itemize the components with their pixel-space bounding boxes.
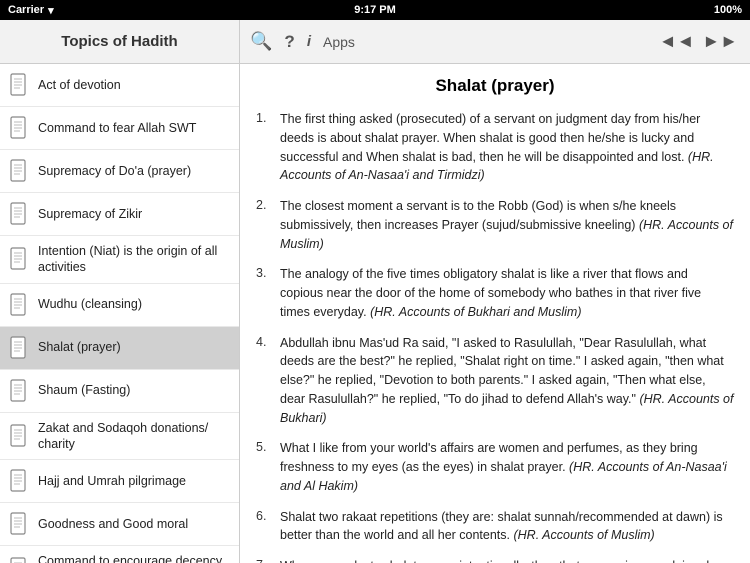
hadith-text-6: Shalat two rakaat repetitions (they are:… — [280, 508, 734, 546]
carrier-label: Carrier — [8, 4, 44, 16]
next-button[interactable]: ►► — [700, 31, 740, 52]
hadith-item-1: 1.The first thing asked (prosecuted) of … — [256, 110, 734, 185]
sidebar-item-8[interactable]: Shaum (Fasting) — [0, 370, 239, 413]
toolbar-title: Topics of Hadith — [0, 20, 240, 63]
sidebar-item-icon-11 — [8, 510, 30, 538]
hadith-item-4: 4.Abdullah ibnu Mas'ud Ra said, "I asked… — [256, 334, 734, 428]
sidebar-item-11[interactable]: Goodness and Good moral — [0, 503, 239, 546]
sidebar-item-5[interactable]: Intention (Niat) is the origin of all ac… — [0, 236, 239, 284]
hadith-item-2: 2.The closest moment a servant is to the… — [256, 197, 734, 253]
apps-button[interactable]: Apps — [323, 34, 355, 50]
main-layout: Act of devotion Command to fear Allah SW… — [0, 64, 750, 563]
sidebar-item-3[interactable]: Supremacy of Do'a (prayer) — [0, 150, 239, 193]
sidebar-item-label-12: Command to encourage decency and prevent… — [38, 553, 231, 563]
hadith-number-5: 5. — [256, 439, 280, 454]
hadith-list: 1.The first thing asked (prosecuted) of … — [256, 110, 734, 563]
content-title: Shalat (prayer) — [256, 76, 734, 96]
hadith-text-4: Abdullah ibnu Mas'ud Ra said, "I asked t… — [280, 334, 734, 428]
hadith-text-3: The analogy of the five times obligatory… — [280, 265, 734, 321]
sidebar-item-label-7: Shalat (prayer) — [38, 339, 121, 355]
status-bar: Carrier ▾ 9:17 PM 100% — [0, 0, 750, 20]
hadith-number-6: 6. — [256, 508, 280, 523]
sidebar-item-2[interactable]: Command to fear Allah SWT — [0, 107, 239, 150]
sidebar-item-icon-9 — [8, 422, 30, 450]
sidebar-item-icon-1 — [8, 71, 30, 99]
question-icon[interactable]: ? — [284, 32, 294, 52]
sidebar-item-icon-3 — [8, 157, 30, 185]
sidebar-item-12[interactable]: Command to encourage decency and prevent… — [0, 546, 239, 563]
sidebar-item-10[interactable]: Hajj and Umrah pilgrimage — [0, 460, 239, 503]
sidebar-item-label-2: Command to fear Allah SWT — [38, 120, 196, 136]
hadith-number-2: 2. — [256, 197, 280, 212]
info-icon[interactable]: i — [307, 33, 311, 50]
sidebar-item-icon-7 — [8, 334, 30, 362]
hadith-number-3: 3. — [256, 265, 280, 280]
sidebar-item-label-11: Goodness and Good moral — [38, 516, 188, 532]
sidebar-item-icon-4 — [8, 200, 30, 228]
sidebar-item-icon-5 — [8, 245, 30, 273]
sidebar-item-4[interactable]: Supremacy of Zikir — [0, 193, 239, 236]
hadith-number-4: 4. — [256, 334, 280, 349]
sidebar-item-label-10: Hajj and Umrah pilgrimage — [38, 473, 186, 489]
battery-label: 100% — [714, 4, 742, 16]
hadith-item-7: 7.Whoever neglects shalat prayer intenti… — [256, 557, 734, 563]
search-icon[interactable]: 🔍 — [250, 31, 272, 52]
time-label: 9:17 PM — [354, 4, 396, 16]
hadith-number-7: 7. — [256, 557, 280, 563]
prev-button[interactable]: ◄◄ — [657, 31, 697, 52]
sidebar-item-icon-2 — [8, 114, 30, 142]
sidebar-item-1[interactable]: Act of devotion — [0, 64, 239, 107]
sidebar-item-label-1: Act of devotion — [38, 77, 121, 93]
hadith-text-7: Whoever neglects shalat prayer intention… — [280, 557, 734, 563]
hadith-item-3: 3.The analogy of the five times obligato… — [256, 265, 734, 321]
sidebar-item-6[interactable]: Wudhu (cleansing) — [0, 284, 239, 327]
toolbar-actions: 🔍 ? i Apps ◄◄ ►► — [240, 20, 750, 63]
hadith-item-6: 6.Shalat two rakaat repetitions (they ar… — [256, 508, 734, 546]
toolbar: Topics of Hadith 🔍 ? i Apps ◄◄ ►► — [0, 20, 750, 64]
content-area: Shalat (prayer) 1.The first thing asked … — [240, 64, 750, 563]
hadith-text-1: The first thing asked (prosecuted) of a … — [280, 110, 734, 185]
hadith-number-1: 1. — [256, 110, 280, 125]
sidebar-item-9[interactable]: Zakat and Sodaqoh donations/ charity — [0, 413, 239, 461]
nav-buttons: ◄◄ ►► — [657, 31, 740, 52]
sidebar-item-icon-6 — [8, 291, 30, 319]
sidebar-item-label-5: Intention (Niat) is the origin of all ac… — [38, 243, 231, 276]
sidebar-item-icon-8 — [8, 377, 30, 405]
sidebar-item-label-3: Supremacy of Do'a (prayer) — [38, 163, 191, 179]
sidebar-item-label-8: Shaum (Fasting) — [38, 382, 130, 398]
sidebar-item-label-4: Supremacy of Zikir — [38, 206, 142, 222]
sidebar-item-label-9: Zakat and Sodaqoh donations/ charity — [38, 420, 231, 453]
wifi-icon: ▾ — [48, 4, 54, 17]
hadith-text-2: The closest moment a servant is to the R… — [280, 197, 734, 253]
sidebar-item-icon-12 — [8, 555, 30, 563]
sidebar-item-label-6: Wudhu (cleansing) — [38, 296, 142, 312]
sidebar-item-7[interactable]: Shalat (prayer) — [0, 327, 239, 370]
hadith-item-5: 5.What I like from your world's affairs … — [256, 439, 734, 495]
sidebar-item-icon-10 — [8, 467, 30, 495]
hadith-text-5: What I like from your world's affairs ar… — [280, 439, 734, 495]
sidebar: Act of devotion Command to fear Allah SW… — [0, 64, 240, 563]
